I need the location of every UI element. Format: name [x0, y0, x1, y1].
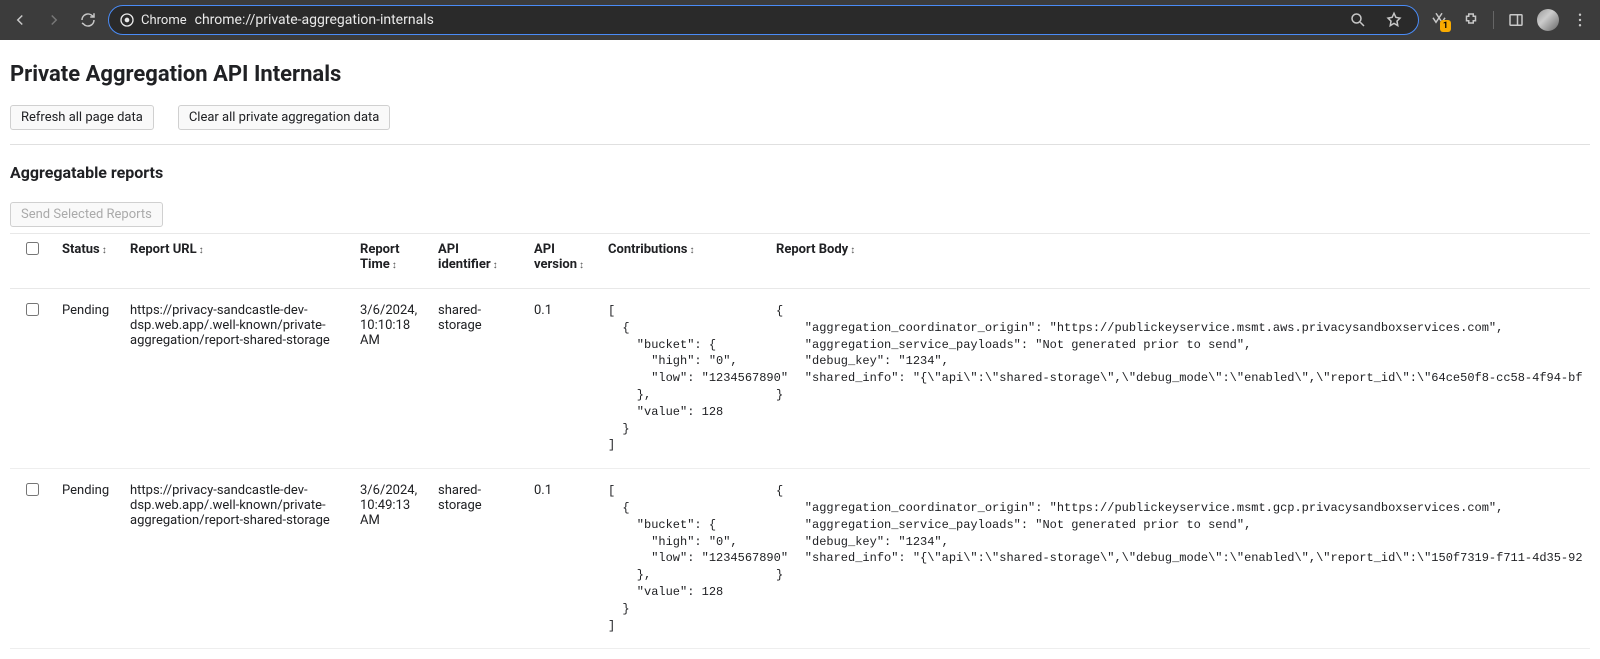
api-identifier-cell: shared-storage — [430, 469, 526, 649]
page-title: Private Aggregation API Internals — [10, 62, 1590, 87]
header-report-body[interactable]: Report Body↕ — [768, 234, 1590, 289]
header-status[interactable]: Status↕ — [54, 234, 122, 289]
row-checkbox[interactable] — [26, 303, 39, 316]
bookmark-star-icon[interactable] — [1380, 6, 1408, 34]
sort-icon: ↕ — [493, 260, 498, 271]
zoom-icon[interactable] — [1344, 6, 1372, 34]
table-row: Pendinghttps://privacy-sandcastle-dev-ds… — [10, 469, 1590, 649]
extension-badge: 1 — [1440, 20, 1451, 32]
header-contributions[interactable]: Contributions↕ — [600, 234, 768, 289]
sort-icon: ↕ — [102, 245, 107, 256]
report-body-cell-text: { "aggregation_coordinator_origin": "htt… — [776, 303, 1582, 404]
clear-button[interactable]: Clear all private aggregation data — [178, 105, 391, 130]
row-checkbox-cell — [10, 289, 54, 469]
refresh-button[interactable]: Refresh all page data — [10, 105, 154, 130]
toolbar-right: 1 — [1425, 6, 1594, 34]
select-all-checkbox[interactable] — [26, 242, 39, 255]
contributions-cell: [ { "bucket": { "high": "0", "low": "123… — [600, 289, 768, 469]
page-content: Private Aggregation API Internals Refres… — [0, 40, 1600, 659]
header-api-version[interactable]: API version↕ — [526, 234, 600, 289]
report-body-cell-text: { "aggregation_coordinator_origin": "htt… — [776, 483, 1582, 584]
address-bar[interactable]: Chrome chrome://private-aggregation-inte… — [108, 5, 1419, 35]
header-checkbox — [10, 234, 54, 289]
toolbar-separator — [1493, 11, 1494, 29]
table-toolbar: Send Selected Reports — [10, 196, 1590, 233]
profile-avatar[interactable] — [1534, 6, 1562, 34]
report-time-cell: 3/6/2024, 10:10:18 AM — [352, 289, 430, 469]
section-title: Aggregatable reports — [10, 163, 1590, 182]
chrome-chip-label: Chrome — [141, 13, 187, 28]
extensions-puzzle-icon[interactable] — [1457, 6, 1485, 34]
table-row: Pendinghttps://privacy-sandcastle-dev-ds… — [10, 289, 1590, 469]
avatar-image — [1537, 9, 1559, 31]
send-selected-button[interactable]: Send Selected Reports — [10, 202, 163, 227]
report-time-cell: 3/6/2024, 10:49:13 AM — [352, 469, 430, 649]
header-report-time[interactable]: Report Time↕ — [352, 234, 430, 289]
sort-icon: ↕ — [199, 245, 204, 256]
action-buttons: Refresh all page data Clear all private … — [10, 105, 1590, 130]
side-panel-icon[interactable] — [1502, 6, 1530, 34]
forward-button[interactable] — [40, 6, 68, 34]
row-checkbox-cell — [10, 469, 54, 649]
header-report-url[interactable]: Report URL↕ — [122, 234, 352, 289]
back-button[interactable] — [6, 6, 34, 34]
api-version-cell: 0.1 — [526, 469, 600, 649]
header-api-identifier[interactable]: API identifier↕ — [430, 234, 526, 289]
chrome-chip: Chrome — [119, 12, 187, 28]
reload-button[interactable] — [74, 6, 102, 34]
browser-toolbar: Chrome chrome://private-aggregation-inte… — [0, 0, 1600, 40]
api-version-cell: 0.1 — [526, 289, 600, 469]
table-header-row: Status↕ Report URL↕ Report Time↕ API ide… — [10, 234, 1590, 289]
row-checkbox[interactable] — [26, 483, 39, 496]
kebab-menu-icon[interactable] — [1566, 6, 1594, 34]
report-url-cell: https://privacy-sandcastle-dev-dsp.web.a… — [122, 289, 352, 469]
sort-icon: ↕ — [850, 245, 855, 256]
contributions-cell: [ { "bucket": { "high": "0", "low": "123… — [600, 469, 768, 649]
sort-icon: ↕ — [392, 260, 397, 271]
extension-icon[interactable]: 1 — [1425, 6, 1453, 34]
status-cell: Pending — [54, 469, 122, 649]
url-text: chrome://private-aggregation-internals — [195, 12, 1336, 28]
sort-icon: ↕ — [689, 245, 694, 256]
report-body-cell: { "aggregation_coordinator_origin": "htt… — [768, 469, 1590, 649]
divider — [10, 144, 1590, 145]
reports-table: Status↕ Report URL↕ Report Time↕ API ide… — [10, 233, 1590, 649]
report-url-cell: https://privacy-sandcastle-dev-dsp.web.a… — [122, 469, 352, 649]
contributions-cell-text: [ { "bucket": { "high": "0", "low": "123… — [608, 483, 760, 634]
report-body-cell: { "aggregation_coordinator_origin": "htt… — [768, 289, 1590, 469]
api-identifier-cell: shared-storage — [430, 289, 526, 469]
contributions-cell-text: [ { "bucket": { "high": "0", "low": "123… — [608, 303, 760, 454]
status-cell: Pending — [54, 289, 122, 469]
sort-icon: ↕ — [579, 260, 584, 271]
